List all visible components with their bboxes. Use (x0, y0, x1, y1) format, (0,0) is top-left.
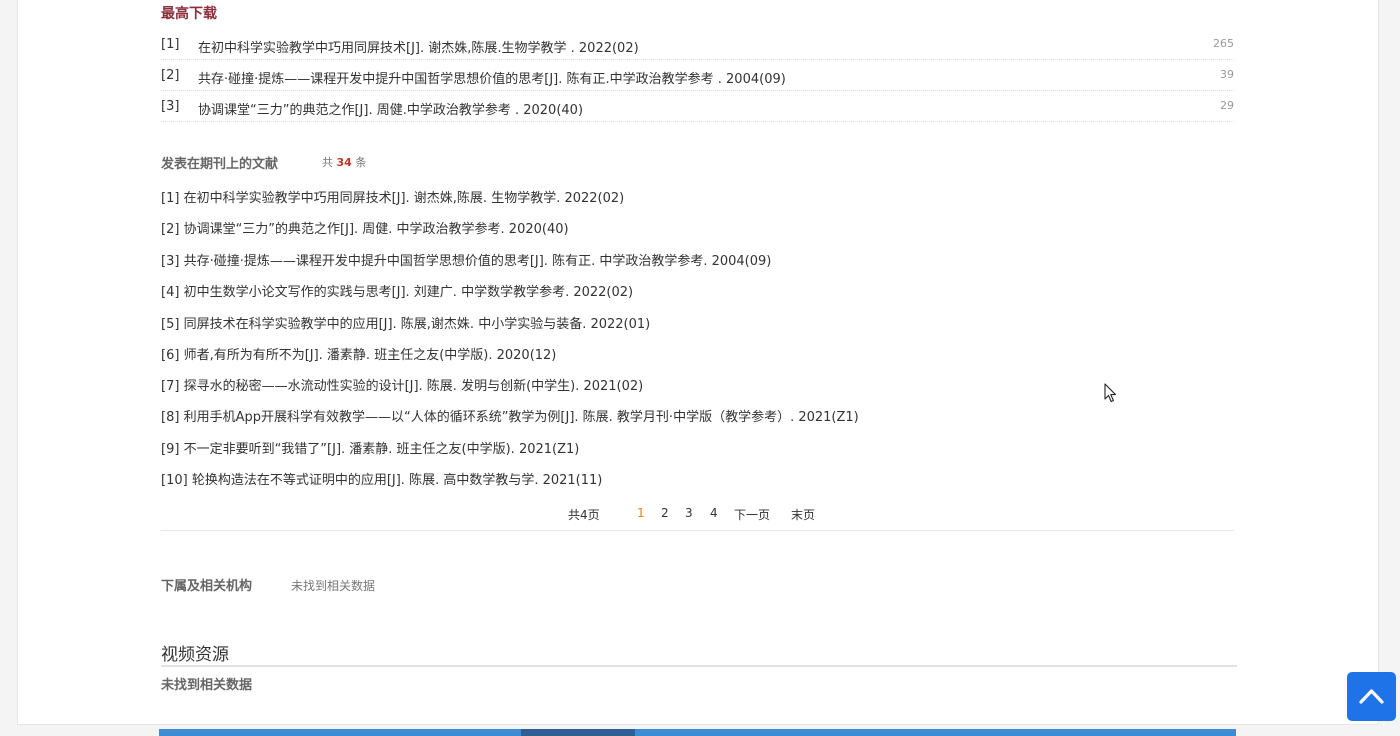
list-item-link[interactable]: 利用手机App开展科学有效教学——以“人体的循环系统”教学为例[J]. 陈展. … (184, 410, 859, 425)
list-item-index: [10] (161, 473, 188, 488)
list-item-index: [6] (161, 348, 180, 363)
list-item: [1] 在初中科学实验教学中巧用同屏技术[J]. 谢杰姝,陈展. 生物学教学. … (161, 187, 624, 209)
list-item-index: [3] (161, 254, 180, 269)
footer-bar-segment (521, 729, 635, 736)
pager-page-2[interactable]: 2 (661, 506, 669, 520)
list-item: [5] 同屏技术在科学实验教学中的应用[J]. 陈展,谢杰姝. 中小学实验与装备… (161, 313, 650, 335)
journal-pubs-title: 发表在期刊上的文献 (161, 157, 279, 172)
back-to-top-button[interactable] (1347, 672, 1396, 721)
chevron-up-icon (1359, 689, 1384, 704)
pager-last-button[interactable]: 末页 (791, 506, 815, 523)
pagination: 共4页 1 2 3 4 下一页 末页 (161, 506, 1234, 531)
list-item: [9] 不一定非要听到“我错了”[J]. 潘素静. 班主任之友(中学版). 20… (161, 438, 579, 460)
list-item: [3] 共存·碰撞·提炼——课程开发中提升中国哲学思想价值的思考[J]. 陈有正… (161, 250, 771, 272)
list-item: [2] 协调课堂“三力”的典范之作[J]. 周健. 中学政治教学参考. 2020… (161, 218, 569, 240)
list-item-index: [4] (161, 285, 180, 300)
list-item: [8] 利用手机App开展科学有效教学——以“人体的循环系统”教学为例[J]. … (161, 406, 859, 428)
main-panel: 最高下载 [1] 在初中科学实验教学中巧用同屏技术[J]. 谢杰姝,陈展.生物学… (17, 0, 1379, 725)
list-item: [4] 初中生数学小论文写作的实践与思考[J]. 刘建广. 中学数学教学参考. … (161, 281, 633, 303)
list-item-link[interactable]: 师者,有所为有所不为[J]. 潘素静. 班主任之友(中学版). 2020(12) (184, 348, 557, 363)
top-download-row: [2] 共存·碰撞·提炼——课程开发中提升中国哲学思想价值的思考[J]. 陈有正… (161, 60, 1234, 91)
download-count: 29 (1220, 99, 1234, 112)
pager-page-3[interactable]: 3 (685, 506, 693, 520)
list-item-index: [2] (161, 222, 180, 237)
list-item-link[interactable]: 协调课堂“三力”的典范之作[J]. 周健. 中学政治教学参考. 2020(40) (184, 222, 569, 237)
top-downloads-title: 最高下载 (161, 6, 217, 22)
list-item-index: [8] (161, 410, 180, 425)
list-item-index: [1] (161, 191, 180, 206)
list-item-link[interactable]: 共存·碰撞·提炼——课程开发中提升中国哲学思想价值的思考[J]. 陈有正. 中学… (184, 254, 772, 269)
org-title: 下属及相关机构 (161, 579, 253, 594)
journal-pubs-header: 发表在期刊上的文献 共 34 条 (161, 153, 366, 172)
list-item: [6] 师者,有所为有所不为[J]. 潘素静. 班主任之友(中学版). 2020… (161, 344, 556, 366)
org-section: 下属及相关机构 未找到相关数据 (161, 575, 375, 594)
org-no-data: 未找到相关数据 (291, 579, 376, 593)
download-count: 39 (1220, 68, 1234, 81)
list-item-link[interactable]: 在初中科学实验教学中巧用同屏技术[J]. 谢杰姝,陈展. 生物学教学. 2022… (184, 191, 625, 206)
top-download-row: [3] 协调课堂“三力”的典范之作[J]. 周健.中学政治教学参考 . 2020… (161, 91, 1234, 122)
mouse-pointer-icon (1104, 383, 1117, 403)
list-item-link[interactable]: 初中生数学小论文写作的实践与思考[J]. 刘建广. 中学数学教学参考. 2022… (184, 285, 634, 300)
video-no-data: 未找到相关数据 (161, 678, 253, 693)
total-count: 34 (336, 156, 352, 169)
total-prefix: 共 (322, 156, 333, 169)
download-count: 265 (1213, 37, 1234, 50)
video-section-header: 视频资源 (161, 640, 1237, 667)
list-item-link[interactable]: 轮换构造法在不等式证明中的应用[J]. 陈展. 高中数学教与学. 2021(11… (192, 473, 603, 488)
pager-next-button[interactable]: 下一页 (734, 506, 770, 523)
list-item-link[interactable]: 不一定非要听到“我错了”[J]. 潘素静. 班主任之友(中学版). 2021(Z… (184, 442, 580, 457)
top-download-index: [2] (161, 68, 180, 83)
total-suffix: 条 (355, 156, 367, 169)
pager-total: 共4页 (568, 508, 600, 522)
pager-page-4[interactable]: 4 (710, 506, 718, 520)
top-download-index: [1] (161, 37, 180, 52)
list-item: [10] 轮换构造法在不等式证明中的应用[J]. 陈展. 高中数学教与学. 20… (161, 469, 602, 491)
list-item-index: [9] (161, 442, 180, 457)
top-download-row: [1] 在初中科学实验教学中巧用同屏技术[J]. 谢杰姝,陈展.生物学教学 . … (161, 29, 1234, 60)
list-item: [7] 探寻水的秘密——水流动性实验的设计[J]. 陈展. 发明与创新(中学生)… (161, 375, 643, 397)
video-title: 视频资源 (161, 645, 229, 665)
footer-bar (159, 729, 1236, 736)
list-item-index: [7] (161, 379, 180, 394)
pager-page-1[interactable]: 1 (637, 506, 645, 520)
top-download-link[interactable]: 协调课堂“三力”的典范之作[J]. 周健.中学政治教学参考 . 2020(40) (198, 99, 583, 118)
list-item-link[interactable]: 探寻水的秘密——水流动性实验的设计[J]. 陈展. 发明与创新(中学生). 20… (184, 379, 644, 394)
list-item-link[interactable]: 同屏技术在科学实验教学中的应用[J]. 陈展,谢杰姝. 中小学实验与装备. 20… (184, 317, 651, 332)
list-item-index: [5] (161, 317, 180, 332)
top-download-link[interactable]: 共存·碰撞·提炼——课程开发中提升中国哲学思想价值的思考[J]. 陈有正.中学政… (198, 68, 786, 87)
top-download-link[interactable]: 在初中科学实验教学中巧用同屏技术[J]. 谢杰姝,陈展.生物学教学 . 2022… (198, 37, 639, 56)
journal-pubs-total: 共 34 条 (322, 154, 366, 170)
top-download-index: [3] (161, 99, 180, 114)
